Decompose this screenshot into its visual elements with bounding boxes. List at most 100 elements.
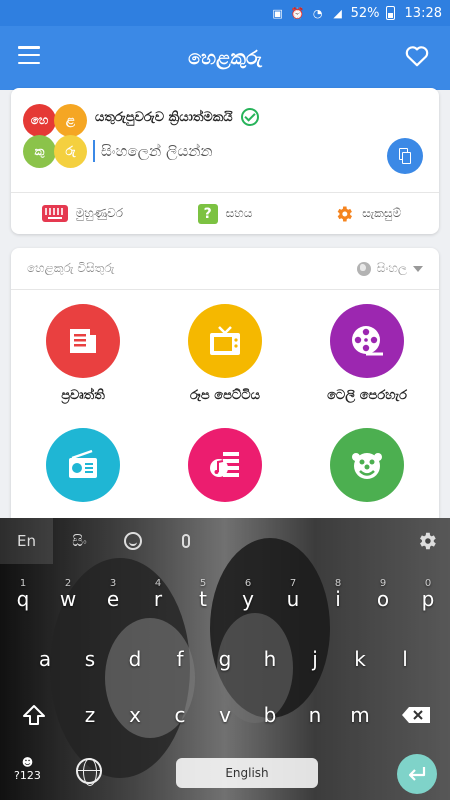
emoji-button[interactable] bbox=[106, 518, 159, 564]
key-f[interactable]: f bbox=[158, 634, 202, 684]
enabled-text: යතුරුපුවරුව ක්‍රියාත්මකයි bbox=[95, 109, 233, 125]
status-bar: ▣ ⏰ ◔ ◢ 52% 13:28 bbox=[0, 0, 450, 26]
app-bar: හෙළකුරු bbox=[0, 26, 450, 90]
key-z[interactable]: z bbox=[68, 690, 112, 740]
service-radio[interactable] bbox=[18, 428, 148, 502]
signal-icon: ◢ bbox=[333, 6, 342, 20]
key-t[interactable]: 5t bbox=[181, 574, 225, 624]
help-button[interactable]: ? සහය bbox=[154, 203, 297, 224]
key-hint: 6 bbox=[244, 578, 252, 589]
film-reel-icon bbox=[352, 326, 383, 356]
symbols-key[interactable]: ☻ ?123 bbox=[14, 756, 41, 782]
copy-button[interactable] bbox=[387, 138, 423, 174]
service-tv[interactable]: රූප පෙට්ටිය bbox=[160, 304, 290, 403]
key-a[interactable]: a bbox=[23, 634, 67, 684]
clown-icon bbox=[352, 453, 382, 479]
key-char: e bbox=[106, 587, 120, 611]
key-char: y bbox=[242, 587, 254, 611]
language-label: සිංහල bbox=[376, 261, 407, 275]
news-icon bbox=[70, 329, 96, 353]
globe-icon[interactable] bbox=[76, 758, 102, 786]
service-music[interactable] bbox=[160, 428, 290, 502]
key-u[interactable]: 7u bbox=[271, 574, 315, 624]
service-news[interactable]: ප්‍රවෘත්ති bbox=[18, 304, 148, 403]
key-k[interactable]: k bbox=[338, 634, 382, 684]
key-char: i bbox=[335, 587, 341, 611]
key-i[interactable]: 8i bbox=[316, 574, 360, 624]
gear-icon bbox=[337, 206, 353, 221]
symbols-label: ?123 bbox=[14, 769, 41, 782]
backspace-icon[interactable] bbox=[401, 706, 431, 724]
service-teledrama[interactable]: ටෙලි පෙරහැර bbox=[302, 304, 432, 403]
key-char: o bbox=[376, 587, 390, 611]
key-hint: 5 bbox=[199, 578, 207, 589]
keyboard-icon bbox=[41, 205, 68, 222]
key-hint: 0 bbox=[424, 578, 432, 589]
key-m[interactable]: m bbox=[338, 690, 382, 740]
services-heading: හෙළකුරු විසිතුරු bbox=[27, 261, 115, 275]
sinhala-text-input[interactable] bbox=[93, 140, 343, 162]
settings-button[interactable]: සැකසුම් bbox=[296, 204, 439, 224]
tools-bar: මුහුණුවර ? සහය සැකසුම් bbox=[11, 193, 439, 234]
chevron-down-icon bbox=[413, 265, 423, 272]
key-r[interactable]: 4r bbox=[136, 574, 180, 624]
key-x[interactable]: x bbox=[113, 690, 157, 740]
radio-icon bbox=[69, 449, 97, 478]
key-q[interactable]: 1q bbox=[1, 574, 45, 624]
language-select[interactable]: සිංහල bbox=[356, 261, 423, 276]
services-card: හෙළකුරු විසිතුරු සිංහල ප්‍රවෘත්ති bbox=[11, 248, 439, 548]
key-j[interactable]: j bbox=[293, 634, 337, 684]
logo-letter: හෙ bbox=[23, 104, 56, 137]
enter-key[interactable] bbox=[397, 754, 437, 794]
key-char: w bbox=[59, 587, 77, 611]
key-hint: 4 bbox=[154, 578, 162, 589]
microphone-icon bbox=[181, 534, 190, 548]
input-card: හෙ ළ කු රු යතුරුපුවරුව ක්‍රියාත්මකයි මුහ… bbox=[11, 88, 439, 234]
keyboard-settings-icon[interactable] bbox=[416, 530, 438, 552]
help-label: සහය bbox=[225, 206, 253, 220]
sim-icon: ▣ bbox=[272, 6, 283, 20]
key-b[interactable]: b bbox=[248, 690, 292, 740]
key-h[interactable]: h bbox=[248, 634, 292, 684]
theme-button[interactable]: මුහුණුවර bbox=[11, 205, 154, 222]
service-comedy[interactable] bbox=[302, 428, 432, 502]
space-bar[interactable]: English bbox=[176, 758, 318, 788]
voice-button[interactable] bbox=[159, 518, 212, 564]
help-icon: ? bbox=[197, 203, 218, 224]
alarm-icon: ⏰ bbox=[290, 6, 305, 20]
key-w[interactable]: 2w bbox=[46, 574, 90, 624]
app-logo: හෙ ළ කු රු bbox=[23, 104, 87, 168]
key-hint: 7 bbox=[289, 578, 297, 589]
battery-icon bbox=[385, 6, 395, 20]
shift-icon[interactable] bbox=[22, 704, 46, 726]
key-l[interactable]: l bbox=[383, 634, 427, 684]
key-c[interactable]: c bbox=[158, 690, 202, 740]
keyboard-enabled-status: යතුරුපුවරුව ක්‍රියාත්මකයි bbox=[95, 108, 259, 126]
key-d[interactable]: d bbox=[113, 634, 157, 684]
menu-icon[interactable] bbox=[18, 46, 40, 64]
globe-icon bbox=[356, 261, 371, 276]
key-char: q bbox=[16, 587, 30, 611]
logo-letter: ළ bbox=[54, 104, 87, 137]
key-n[interactable]: n bbox=[293, 690, 337, 740]
key-p[interactable]: 0p bbox=[406, 574, 450, 624]
lang-english-button[interactable]: En bbox=[0, 518, 53, 564]
key-e[interactable]: 3e bbox=[91, 574, 135, 624]
key-y[interactable]: 6y bbox=[226, 574, 270, 624]
key-o[interactable]: 9o bbox=[361, 574, 405, 624]
key-char: p bbox=[421, 587, 435, 611]
key-v[interactable]: v bbox=[203, 690, 247, 740]
tv-icon bbox=[210, 326, 240, 355]
key-hint: 8 bbox=[334, 578, 342, 589]
lang-sinhala-button[interactable]: සිං bbox=[53, 518, 106, 564]
key-s[interactable]: s bbox=[68, 634, 112, 684]
service-label: ටෙලි පෙරහැර bbox=[327, 388, 407, 403]
key-g[interactable]: g bbox=[203, 634, 247, 684]
key-hint: 1 bbox=[19, 578, 27, 589]
heart-icon[interactable] bbox=[404, 43, 430, 69]
key-hint: 2 bbox=[64, 578, 72, 589]
settings-label: සැකසුම් bbox=[362, 206, 402, 220]
theme-label: මුහුණුවර bbox=[75, 206, 124, 220]
key-row-3: zxcvbnm bbox=[0, 690, 450, 740]
key-row-2: asdfghjkl bbox=[0, 634, 450, 684]
